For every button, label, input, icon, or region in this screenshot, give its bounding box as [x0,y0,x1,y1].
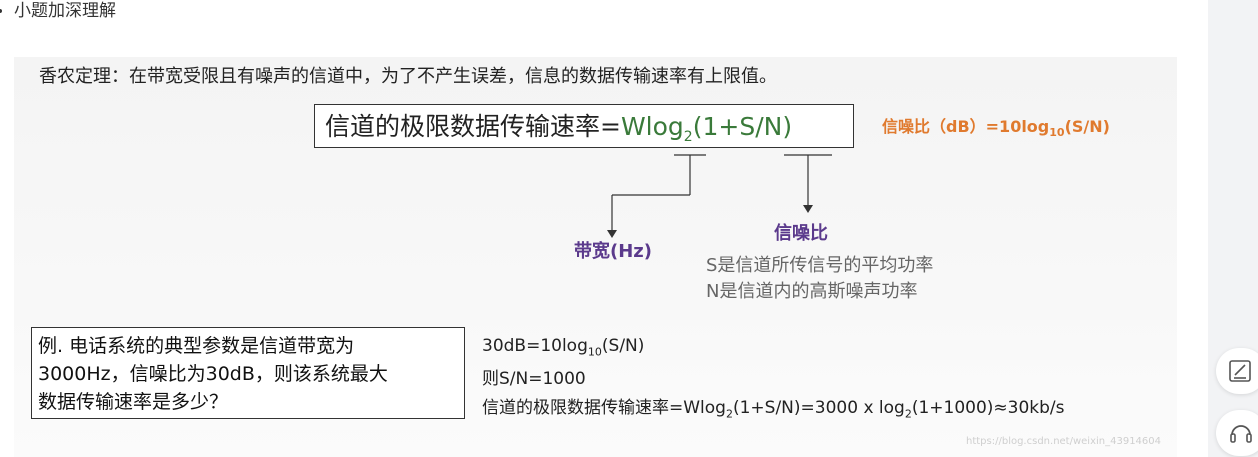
question-line-1: 例. 电话系统的典型参数是信道带宽为 [38,335,355,357]
slide-image: 香农定理：在带宽受限且有噪声的信道中，为了不产生误差，信息的数据传输速率有上限值… [14,57,1177,457]
edit-note-button[interactable] [1216,348,1258,394]
answer-3-base2: 2 [904,407,912,421]
example-question-box: 例. 电话系统的典型参数是信道带宽为 3000Hz，信噪比为30dB，则该系统最… [31,327,465,419]
question-line-2: 3000Hz，信噪比为30dB，则该系统最大 [38,363,388,385]
answer-3-tail: (1+1000)≈30kb/s [911,398,1065,418]
customer-service-button[interactable] [1216,410,1258,456]
bandwidth-label: 带宽(Hz) [574,241,652,262]
list-item-label: 小题加深理解 [14,1,116,21]
connector-lines [607,154,832,238]
headset-icon [1230,425,1252,443]
answer-line-2: 则S/N=1000 [482,369,586,389]
answer-3-prefix: 信道的极限数据传输速率=Wlog [482,398,726,418]
answer-3-mid: (1+S/N)=3000 x log [732,398,905,418]
answer-line-1: 30dB=10log10(S/N) [482,336,644,358]
answer-1-tail: (S/N) [601,336,645,356]
answer-1-base: 10 [587,345,602,359]
snr-label: 信噪比 [774,223,828,244]
arrow-snr [803,205,813,213]
snr-desc-n: N是信道内的高斯噪声功率 [706,281,918,302]
edit-note-icon [1229,360,1251,382]
question-line-3: 数据传输速率是多少？ [38,391,229,413]
snr-desc-s: S是信道所传信号的平均功率 [706,255,934,276]
answer-1-prefix: 30dB=10log [482,336,588,356]
answer-line-3: 信道的极限数据传输速率=Wlog2(1+S/N)=3000 x log2(1+1… [482,393,1065,420]
watermark: https://blog.csdn.net/weixin_43914604 [966,436,1162,447]
article-content: 小题加深理解 香农定理：在带宽受限且有噪声的信道中，为了不产生误差，信息的数据传… [0,0,1208,457]
list-bullet [0,9,2,13]
answer-3-base1: 2 [725,407,733,421]
